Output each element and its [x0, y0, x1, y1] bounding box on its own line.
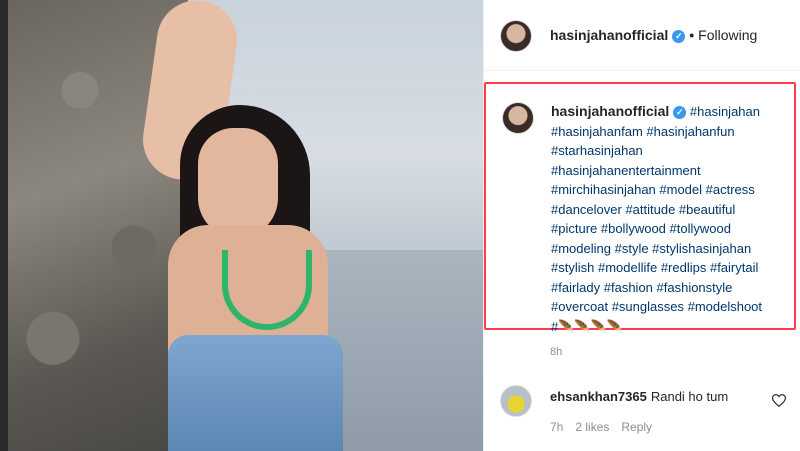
hashtag-line[interactable]: #🪶🪶🪶🪶 — [551, 319, 623, 334]
heart-outline-icon[interactable] — [771, 394, 787, 410]
commenter-avatar[interactable] — [500, 385, 532, 417]
comment-text: Randi ho tum — [650, 389, 729, 404]
hashtag-line[interactable]: #hasinjahanfam #hasinjahanfun — [551, 124, 735, 139]
author-username[interactable]: hasinjahanofficial — [550, 27, 668, 43]
post-photo[interactable] — [0, 0, 483, 451]
caption-highlight-box: hasinjahanofficial ✓ #hasinjahan #hasinja… — [484, 82, 796, 334]
following-button[interactable]: Following — [698, 27, 757, 43]
comment-item: ehsankhan7365 Randi ho tum 7h 2 likes Reply — [484, 380, 800, 451]
commenter-username[interactable]: ehsankhan7365 — [550, 389, 647, 404]
photo-edge — [0, 0, 8, 451]
post-header: hasinjahanofficial ✓ • Following — [484, 0, 800, 71]
author-avatar[interactable] — [500, 20, 532, 52]
verified-badge-icon: ✓ — [672, 30, 686, 43]
hashtag-line[interactable]: #hasinjahanentertainment — [551, 163, 701, 178]
hashtag-line[interactable]: #overcoat #sunglasses #modelshoot — [551, 299, 762, 314]
caption-verified-badge-icon: ✓ — [673, 106, 687, 119]
hashtag-line[interactable]: #starhasinjahan — [551, 143, 643, 158]
caption-timestamp[interactable]: 8h — [550, 346, 562, 358]
reply-button[interactable]: Reply — [621, 420, 652, 434]
hashtag-line[interactable]: #dancelover #attitude #beautiful — [551, 202, 735, 217]
comment-timestamp[interactable]: 7h — [550, 420, 563, 434]
comment-meta: 7h 2 likes Reply — [550, 420, 664, 434]
hashtag-line[interactable]: #mirchihasinjahan #model #actress — [551, 182, 755, 197]
comment-line: ehsankhan7365 Randi ho tum — [550, 389, 728, 404]
hashtag-line[interactable]: #picture #bollywood #tollywood — [551, 221, 731, 236]
comment-likes[interactable]: 2 likes — [575, 420, 609, 434]
hashtag-line[interactable]: #modeling #style #stylishasinjahan — [551, 241, 751, 256]
hashtag-line[interactable]: #stylish #modellife #redlips #fairytail — [551, 260, 758, 275]
caption-avatar[interactable] — [502, 102, 534, 134]
post-side-panel: hasinjahanofficial ✓ • Following hasinjahan… — [483, 0, 800, 451]
hashtag-line[interactable]: #hasinjahan — [690, 104, 760, 119]
separator-dot: • — [689, 27, 695, 43]
caption-username[interactable]: hasinjahanofficial — [551, 103, 669, 119]
header-username-row: hasinjahanofficial ✓ • Following — [550, 27, 757, 43]
hashtag-line[interactable]: #fairlady #fashion #fashionstyle — [551, 280, 732, 295]
face — [198, 128, 278, 238]
caption-text: hasinjahanofficial ✓ #hasinjahan #hasinja… — [551, 102, 791, 336]
denim-dress — [168, 335, 343, 451]
